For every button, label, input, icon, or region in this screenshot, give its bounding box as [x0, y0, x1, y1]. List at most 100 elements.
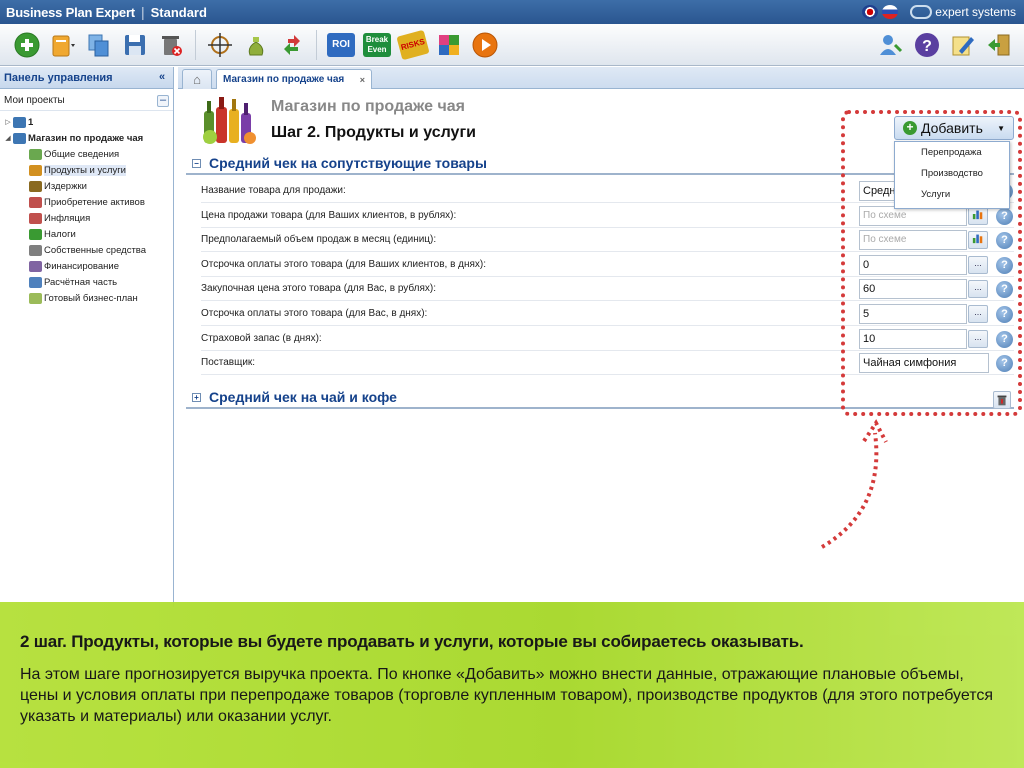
- help-icon[interactable]: ?: [996, 256, 1013, 274]
- tab-home[interactable]: ⌂: [182, 69, 212, 89]
- roi-button[interactable]: ROI: [326, 30, 356, 60]
- details-button[interactable]: ...: [968, 255, 988, 274]
- tree-item[interactable]: Общие сведения: [0, 146, 173, 162]
- form-row: Название товара для продажи:Средн?: [201, 179, 1014, 203]
- help-button[interactable]: ?: [912, 30, 942, 60]
- main-toolbar: ROI Break Even RISKS ?: [0, 24, 1024, 66]
- notepad-pencil-icon: [952, 36, 974, 55]
- chart-button[interactable]: [968, 206, 988, 225]
- crosshair-icon: [208, 32, 232, 57]
- menu-item-resale[interactable]: Перепродажа: [895, 142, 1009, 163]
- tree-item[interactable]: Приобретение активов: [0, 194, 173, 210]
- tree-item[interactable]: Налоги: [0, 226, 173, 242]
- plus-circle-icon: +: [903, 121, 917, 135]
- tree-item[interactable]: ◢ Магазин по продаже чая: [0, 130, 173, 146]
- help-icon[interactable]: ?: [996, 330, 1013, 348]
- value-field[interactable]: Чайная симфония: [859, 353, 989, 374]
- help-icon[interactable]: ?: [996, 355, 1013, 373]
- collapse-arrow-icon[interactable]: ◢: [3, 134, 13, 142]
- tree-item[interactable]: ▷ 1: [0, 114, 173, 130]
- section-related-goods[interactable]: − Средний чек на сопутствующие товары: [186, 153, 1014, 175]
- svg-text:?: ?: [922, 38, 932, 55]
- collapse-projects-button[interactable]: –: [157, 94, 169, 107]
- money-bag-icon: [248, 36, 264, 55]
- tree-item[interactable]: Издержки: [0, 178, 173, 194]
- target-button[interactable]: [205, 30, 235, 60]
- help-icon[interactable]: ?: [996, 281, 1013, 299]
- folder-icon: [52, 35, 75, 56]
- russian-flag-icon[interactable]: [882, 5, 899, 19]
- project-icon: [13, 116, 26, 128]
- chart-button[interactable]: [968, 231, 988, 250]
- value-field[interactable]: 60: [859, 279, 967, 300]
- toolbar-right: ?: [876, 30, 1024, 60]
- tree-item-label: Налоги: [44, 228, 76, 240]
- tree-item-label: 1: [28, 116, 34, 128]
- tree-item[interactable]: Инфляция: [0, 210, 173, 226]
- brand-logo: expert systems: [910, 5, 1016, 19]
- step-title: Шаг 2. Продукты и услуги: [271, 124, 476, 141]
- expand-arrow-icon[interactable]: ▷: [3, 118, 13, 126]
- menu-item-services[interactable]: Услуги: [895, 184, 1009, 205]
- value-field[interactable]: 10: [859, 328, 967, 349]
- value-field[interactable]: 0: [859, 254, 967, 275]
- delete-section-button[interactable]: [993, 391, 1011, 409]
- section-icon: [29, 260, 42, 272]
- break-even-label: Break Even: [363, 32, 391, 57]
- details-button[interactable]: ...: [968, 329, 988, 348]
- play-button[interactable]: [470, 30, 500, 60]
- section-tea-coffee-title: Средний чек на чай и кофе: [209, 389, 397, 405]
- section-icon: [29, 180, 42, 192]
- tree-item[interactable]: Продукты и услуги: [0, 162, 173, 178]
- money-bag-button[interactable]: [241, 30, 271, 60]
- value-field[interactable]: 5: [859, 304, 967, 324]
- bar-chart-icon: [972, 210, 983, 219]
- collapse-panel-icon[interactable]: «: [155, 71, 169, 85]
- open-project-button[interactable]: [48, 30, 78, 60]
- user-settings-button[interactable]: [876, 30, 906, 60]
- control-panel-header: Панель управления «: [0, 67, 173, 89]
- break-even-button[interactable]: Break Even: [362, 30, 392, 60]
- tree-item[interactable]: Финансирование: [0, 258, 173, 274]
- help-icon[interactable]: ?: [996, 306, 1013, 323]
- details-button[interactable]: ...: [968, 305, 988, 323]
- details-button[interactable]: ...: [968, 280, 988, 299]
- tree-item-label: Расчётная часть: [44, 276, 118, 288]
- copy-project-button[interactable]: [84, 30, 114, 60]
- title-separator: |: [140, 4, 145, 20]
- exit-door-icon: [988, 34, 1010, 55]
- tree-item[interactable]: Готовый бизнес-план: [0, 290, 173, 306]
- puzzle-button[interactable]: [434, 30, 464, 60]
- help-icon[interactable]: ?: [996, 207, 1013, 225]
- project-icon: [13, 132, 26, 144]
- close-tab-icon[interactable]: ×: [360, 75, 365, 85]
- exit-button[interactable]: [984, 30, 1014, 60]
- tree-item[interactable]: Собственные средства: [0, 242, 173, 258]
- tree-item-label: Магазин по продаже чая: [28, 132, 144, 144]
- section-icon: [29, 196, 42, 208]
- tree-item[interactable]: Расчётная часть: [0, 274, 173, 290]
- section-icon: [29, 228, 42, 240]
- new-project-button[interactable]: [12, 30, 42, 60]
- user-wrench-icon: [880, 34, 903, 55]
- value-field[interactable]: По схеме: [859, 230, 967, 251]
- save-button[interactable]: [120, 30, 150, 60]
- edit-button[interactable]: [948, 30, 978, 60]
- control-panel: Панель управления « Мои проекты – ▷ 1 ◢ Маг…: [0, 67, 174, 607]
- delete-project-button[interactable]: [156, 30, 186, 60]
- risks-button[interactable]: RISKS: [396, 29, 430, 60]
- project-tree: ▷ 1 ◢ Магазин по продаже чая Общие сведения П…: [0, 111, 173, 306]
- help-icon[interactable]: ?: [996, 232, 1013, 250]
- trash-icon: [997, 395, 1007, 406]
- tab-project[interactable]: Магазин по продаже чая ×: [216, 69, 372, 89]
- bar-chart-icon: [972, 234, 983, 244]
- transfer-button[interactable]: [277, 30, 307, 60]
- add-button[interactable]: + Добавить ▼: [894, 116, 1014, 140]
- menu-item-production[interactable]: Производство: [895, 163, 1009, 184]
- section-icon: [29, 276, 42, 288]
- expand-section-icon[interactable]: +: [192, 392, 201, 402]
- english-flag-icon[interactable]: [862, 5, 879, 19]
- section-tea-coffee[interactable]: + Средний чек на чай и кофе: [186, 387, 1014, 409]
- section-icon: [29, 148, 42, 160]
- collapse-section-icon[interactable]: −: [192, 158, 201, 168]
